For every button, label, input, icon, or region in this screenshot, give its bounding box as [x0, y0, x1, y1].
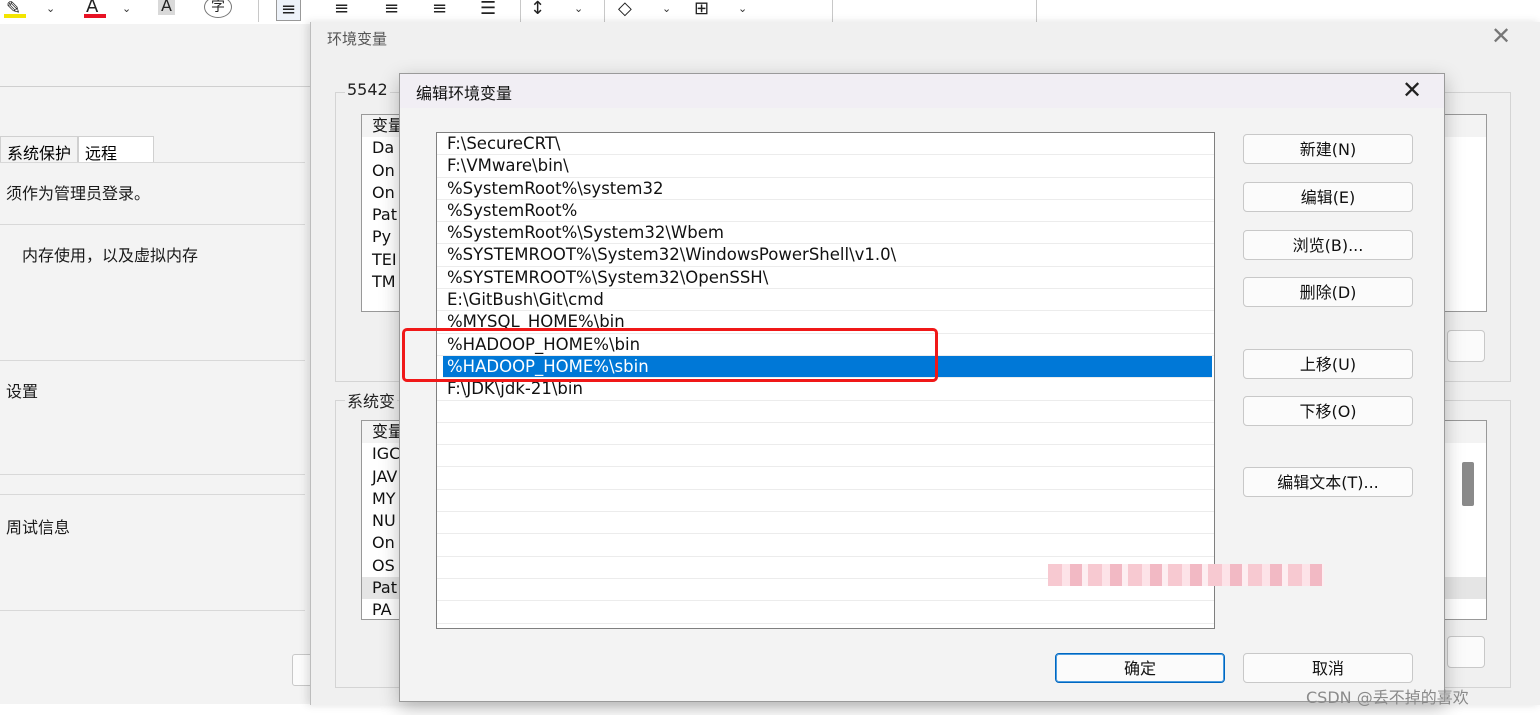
- divider: [0, 494, 305, 495]
- watermark: CSDN @丢不掉的喜欢: [1306, 688, 1469, 707]
- justify-icon[interactable]: ≡: [432, 0, 447, 19]
- dialog-title: 编辑环境变量: [416, 84, 513, 103]
- tab-system-protection[interactable]: 系统保护: [0, 136, 79, 163]
- divider: [0, 360, 305, 361]
- list-item[interactable]: F:\SecureCRT\: [437, 133, 1214, 156]
- list-item[interactable]: E:\GitBush\Git\cmd: [437, 289, 1214, 312]
- empty-row: [437, 423, 1214, 446]
- list-item[interactable]: %SystemRoot%: [437, 200, 1214, 223]
- system-properties-tabs: 系统保护 远程: [0, 136, 155, 163]
- new-button[interactable]: 新建(N): [1243, 134, 1413, 164]
- empty-row: [437, 445, 1214, 468]
- cancel-button[interactable]: 取消: [1243, 653, 1413, 683]
- empty-row: [437, 401, 1214, 423]
- list-item[interactable]: %SYSTEMROOT%\System32\WindowsPowerShell\…: [437, 244, 1214, 267]
- divider: [0, 224, 305, 225]
- ribbon-separator: [258, 0, 259, 22]
- borders-icon[interactable]: ⊞: [694, 0, 709, 19]
- editor-ribbon: ✎ ⌄ A ⌄ A 字 ≡ ≡ ≡ ≡ ☰ ↕ ⌄ ◇ ⌄ ⊞ ⌄ ↘: [0, 0, 1540, 56]
- system-variables-label: 系统变: [345, 388, 398, 412]
- close-icon[interactable]: ✕: [1491, 22, 1511, 50]
- move-up-button[interactable]: 上移(U): [1243, 349, 1413, 379]
- empty-row: [437, 467, 1214, 490]
- system-properties-window: 系统保护 远程 须作为管理员登录。 内存使用，以及虚拟内存 设置 周试信息: [0, 24, 316, 704]
- list-item[interactable]: F:\VMware\bin\: [437, 155, 1214, 178]
- chevron-down-icon[interactable]: ⌄: [574, 2, 583, 15]
- divider: [0, 162, 305, 163]
- list-item[interactable]: %MYSQL_HOME%\bin: [437, 311, 1214, 334]
- shading-icon[interactable]: ◇: [618, 0, 632, 19]
- chevron-down-icon[interactable]: ⌄: [122, 2, 131, 15]
- list-item[interactable]: %SystemRoot%\system32: [437, 178, 1214, 200]
- chevron-down-icon[interactable]: ⌄: [46, 2, 55, 15]
- close-icon[interactable]: ✕: [1399, 76, 1425, 104]
- font-color-swatch: [84, 14, 106, 18]
- chevron-down-icon[interactable]: ⌄: [738, 2, 747, 15]
- enclose-char-icon[interactable]: 字: [204, 0, 232, 18]
- user-variables-label: 5542: [345, 80, 390, 99]
- divider: [0, 86, 310, 87]
- divider: [0, 474, 305, 475]
- ribbon-separator: [832, 0, 833, 22]
- empty-row: [437, 490, 1214, 513]
- system-delete-button[interactable]: [1447, 636, 1485, 668]
- ok-button[interactable]: 确定: [1055, 653, 1225, 683]
- move-down-button[interactable]: 下移(O): [1243, 396, 1413, 426]
- scrollbar-thumb[interactable]: [1462, 462, 1474, 506]
- user-delete-button[interactable]: [1447, 330, 1485, 362]
- browse-button[interactable]: 浏览(B)...: [1243, 230, 1413, 260]
- list-item[interactable]: %SystemRoot%\System32\Wbem: [437, 222, 1214, 245]
- env-dialog-title: 环境变量: [327, 30, 388, 48]
- list-item[interactable]: F:\JDK\jdk-21\bin: [437, 378, 1214, 401]
- user-profiles-label: 设置: [6, 382, 39, 401]
- align-left-icon[interactable]: ≡: [276, 0, 302, 21]
- edit-environment-variable-dialog: 编辑环境变量 ✕ F:\SecureCRT\ F:\VMware\bin\ %S…: [399, 73, 1445, 702]
- title-bar: 编辑环境变量 ✕: [400, 74, 1444, 108]
- divider: [0, 610, 305, 611]
- redacted-area: [1048, 564, 1324, 586]
- list-item[interactable]: %SYSTEMROOT%\System32\OpenSSH\: [437, 267, 1214, 290]
- edit-button[interactable]: 编辑(E): [1243, 182, 1413, 212]
- char-shading-icon[interactable]: A: [158, 0, 175, 15]
- ribbon-separator: [604, 0, 605, 22]
- list-item-selected[interactable]: %HADOOP_HOME%\sbin: [443, 355, 1212, 379]
- empty-row: [437, 534, 1214, 557]
- ribbon-separator: [520, 0, 521, 22]
- distribute-icon[interactable]: ☰: [480, 0, 496, 19]
- ribbon-separator: [1036, 0, 1037, 22]
- line-spacing-icon[interactable]: ↕: [530, 0, 545, 19]
- chevron-down-icon[interactable]: ⌄: [662, 2, 671, 15]
- align-center-icon[interactable]: ≡: [334, 0, 349, 19]
- edit-text-button[interactable]: 编辑文本(T)...: [1243, 467, 1413, 497]
- delete-button[interactable]: 删除(D): [1243, 277, 1413, 307]
- startup-recovery-label: 周试信息: [6, 518, 71, 537]
- performance-description: 内存使用，以及虚拟内存: [22, 246, 199, 265]
- admin-note: 须作为管理员登录。: [6, 184, 151, 203]
- list-item[interactable]: %HADOOP_HOME%\bin: [437, 334, 1214, 356]
- path-entries-list[interactable]: F:\SecureCRT\ F:\VMware\bin\ %SystemRoot…: [436, 132, 1215, 629]
- align-right-icon[interactable]: ≡: [384, 0, 399, 19]
- highlight-color-swatch: [4, 14, 26, 18]
- empty-row: [437, 601, 1214, 624]
- empty-row: [437, 512, 1214, 535]
- tab-remote[interactable]: 远程: [78, 136, 155, 163]
